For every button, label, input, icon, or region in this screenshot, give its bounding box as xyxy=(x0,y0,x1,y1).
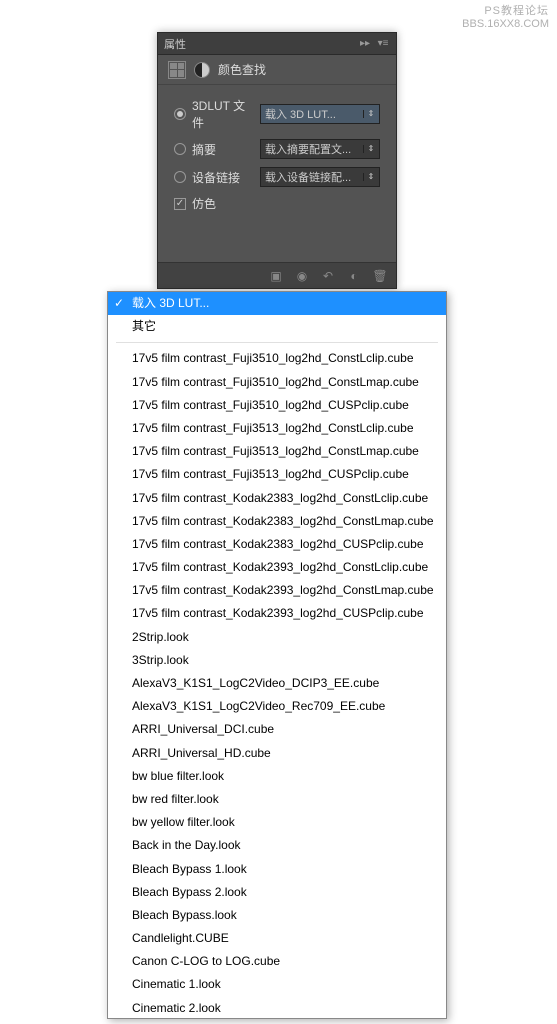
list-item[interactable]: Cinematic 1.look xyxy=(108,973,446,996)
dropdown-devicelink-text: 载入设备链接配... xyxy=(265,169,363,185)
panel-body: 3DLUT 文件 载入 3D LUT... ⇕ 摘要 载入摘要配置文... ⇕ … xyxy=(158,85,396,232)
list-item[interactable]: bw yellow filter.look xyxy=(108,811,446,834)
dropdown-3dlut-text: 载入 3D LUT... xyxy=(265,106,363,122)
label-3dlut: 3DLUT 文件 xyxy=(192,97,254,131)
radio-devicelink[interactable] xyxy=(174,171,186,183)
list-item[interactable]: Bleach Bypass 1.look xyxy=(108,858,446,881)
list-item[interactable]: ARRI_Universal_DCI.cube xyxy=(108,718,446,741)
adjustment-icon[interactable] xyxy=(194,62,210,78)
lut-dropdown-list: 载入 3D LUT... 其它 17v5 film contrast_Fuji3… xyxy=(107,291,447,1019)
list-item-selected[interactable]: 载入 3D LUT... xyxy=(108,292,446,315)
panel-footer: ▣ ◉ ↶ ◐ 🗑 xyxy=(158,262,396,288)
watermark-line2: BBS.16XX8.COM xyxy=(462,18,549,31)
list-item-other[interactable]: 其它 xyxy=(108,315,446,338)
radio-abstract[interactable] xyxy=(174,143,186,155)
list-item[interactable]: 2Strip.look xyxy=(108,626,446,649)
previous-icon[interactable]: ◐ xyxy=(346,268,362,284)
list-item[interactable]: ARRI_Universal_HD.cube xyxy=(108,742,446,765)
collapse-icon[interactable]: ▸▸ xyxy=(358,37,372,51)
panel-subheader: 颜色查找 xyxy=(158,55,396,85)
list-item[interactable]: 17v5 film contrast_Fuji3510_log2hd_CUSPc… xyxy=(108,394,446,417)
watermark-line1: PS教程论坛 xyxy=(462,5,549,18)
list-item[interactable]: Bleach Bypass.look xyxy=(108,904,446,927)
panel-header[interactable]: 属性 ▸▸ ▾≡ xyxy=(158,33,396,55)
list-item[interactable]: Canon C-LOG to LOG.cube xyxy=(108,950,446,973)
dropdown-abstract[interactable]: 载入摘要配置文... ⇕ xyxy=(260,139,380,159)
list-item[interactable]: Bleach Bypass 2.look xyxy=(108,881,446,904)
list-item[interactable]: 17v5 film contrast_Kodak2393_log2hd_Cons… xyxy=(108,579,446,602)
row-3dlut: 3DLUT 文件 载入 3D LUT... ⇕ xyxy=(174,97,380,131)
label-abstract: 摘要 xyxy=(192,141,254,158)
list-item[interactable]: 17v5 film contrast_Fuji3510_log2hd_Const… xyxy=(108,371,446,394)
row-abstract: 摘要 载入摘要配置文... ⇕ xyxy=(174,139,380,159)
trash-icon[interactable]: 🗑 xyxy=(372,268,388,284)
dropdown-arrows-icon: ⇕ xyxy=(363,145,375,153)
list-item[interactable]: bw red filter.look xyxy=(108,788,446,811)
list-item[interactable]: Cinematic 2.look xyxy=(108,997,446,1018)
radio-3dlut[interactable] xyxy=(174,108,186,120)
dropdown-devicelink[interactable]: 载入设备链接配... ⇕ xyxy=(260,167,380,187)
row-devicelink: 设备链接 载入设备链接配... ⇕ xyxy=(174,167,380,187)
list-item[interactable]: 17v5 film contrast_Kodak2393_log2hd_CUSP… xyxy=(108,602,446,625)
dropdown-3dlut[interactable]: 载入 3D LUT... ⇕ xyxy=(260,104,380,124)
label-devicelink: 设备链接 xyxy=(192,169,254,186)
list-separator xyxy=(116,342,438,343)
color-lookup-label: 颜色查找 xyxy=(218,61,266,78)
dropdown-abstract-text: 载入摘要配置文... xyxy=(265,141,363,157)
list-item[interactable]: AlexaV3_K1S1_LogC2Video_Rec709_EE.cube xyxy=(108,695,446,718)
list-item[interactable]: bw blue filter.look xyxy=(108,765,446,788)
watermark: PS教程论坛 BBS.16XX8.COM xyxy=(462,5,549,31)
panel-title: 属性 xyxy=(164,36,358,52)
list-item[interactable]: 17v5 film contrast_Fuji3513_log2hd_Const… xyxy=(108,440,446,463)
list-item[interactable]: 3Strip.look xyxy=(108,649,446,672)
label-dither: 仿色 xyxy=(192,195,254,212)
list-item[interactable]: Candlelight.CUBE xyxy=(108,927,446,950)
checkbox-dither[interactable]: ✓ xyxy=(174,198,186,210)
list-item[interactable]: 17v5 film contrast_Fuji3510_log2hd_Const… xyxy=(108,347,446,370)
list-item[interactable]: AlexaV3_K1S1_LogC2Video_DCIP3_EE.cube xyxy=(108,672,446,695)
dropdown-arrows-icon: ⇕ xyxy=(363,173,375,181)
list-item[interactable]: 17v5 film contrast_Kodak2383_log2hd_Cons… xyxy=(108,510,446,533)
reset-icon[interactable]: ↶ xyxy=(320,268,336,284)
menu-icon[interactable]: ▾≡ xyxy=(376,37,390,51)
list-scroll[interactable]: 载入 3D LUT... 其它 17v5 film contrast_Fuji3… xyxy=(108,292,446,1018)
list-item[interactable]: 17v5 film contrast_Fuji3513_log2hd_Const… xyxy=(108,417,446,440)
properties-panel: 属性 ▸▸ ▾≡ 颜色查找 3DLUT 文件 载入 3D LUT... ⇕ 摘要… xyxy=(157,32,397,289)
list-item[interactable]: Back in the Day.look xyxy=(108,834,446,857)
grid-icon[interactable] xyxy=(168,61,186,79)
list-item[interactable]: 17v5 film contrast_Kodak2393_log2hd_Cons… xyxy=(108,556,446,579)
list-item[interactable]: 17v5 film contrast_Fuji3513_log2hd_CUSPc… xyxy=(108,463,446,486)
clip-icon[interactable]: ▣ xyxy=(268,268,284,284)
eye-icon[interactable]: ◉ xyxy=(294,268,310,284)
row-dither: ✓ 仿色 xyxy=(174,195,380,212)
list-item[interactable]: 17v5 film contrast_Kodak2383_log2hd_Cons… xyxy=(108,487,446,510)
dropdown-arrows-icon: ⇕ xyxy=(363,110,375,118)
list-item[interactable]: 17v5 film contrast_Kodak2383_log2hd_CUSP… xyxy=(108,533,446,556)
